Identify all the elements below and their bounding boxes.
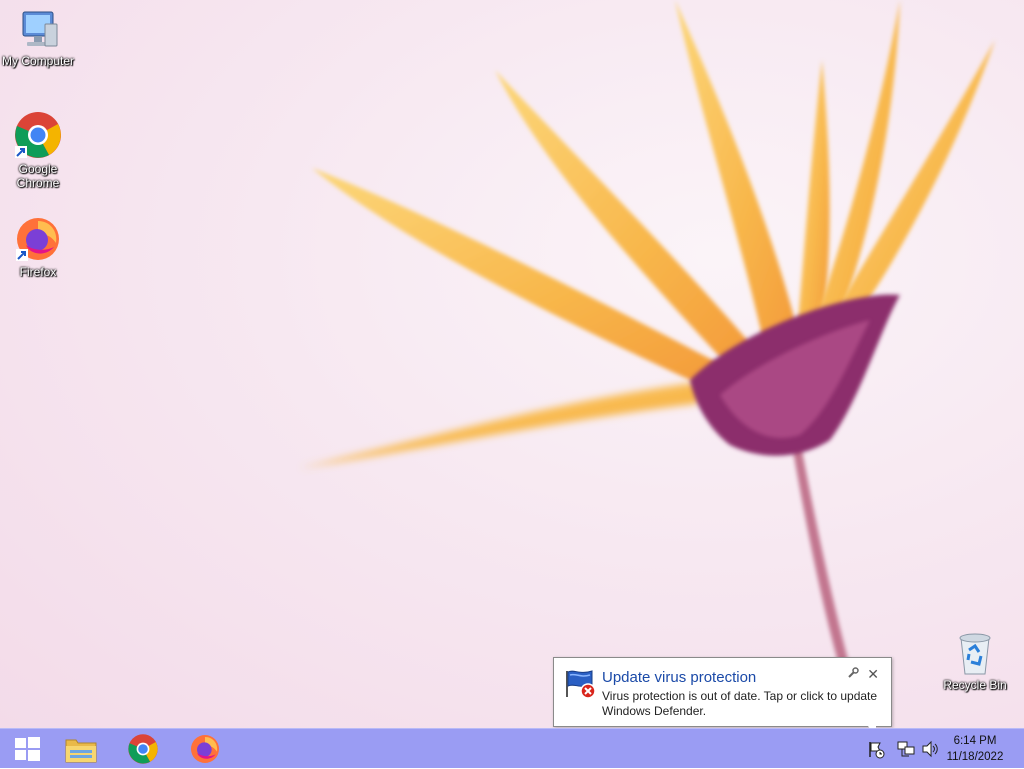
desktop-icon-my-computer[interactable]: My Computer bbox=[0, 10, 76, 68]
taskbar-clock[interactable]: 6:14 PM 11/18/2022 bbox=[940, 733, 1010, 765]
tray-network[interactable] bbox=[897, 729, 915, 769]
notification-options-icon[interactable] bbox=[847, 667, 859, 679]
network-icon bbox=[897, 741, 915, 757]
firefox-icon bbox=[16, 218, 59, 261]
clock-date: 11/18/2022 bbox=[946, 751, 1004, 763]
taskbar: 6:14 PM 11/18/2022 bbox=[0, 728, 1024, 768]
taskbar-firefox-button[interactable] bbox=[178, 729, 232, 769]
desktop-icon-recycle-bin[interactable]: Recycle Bin bbox=[937, 630, 1013, 692]
flower-wallpaper-art bbox=[300, 0, 995, 662]
update-virus-protection-notification[interactable]: Update virus protection Virus protection… bbox=[553, 657, 892, 727]
desktop-wallpaper bbox=[0, 0, 1024, 728]
chrome-icon bbox=[128, 734, 158, 764]
action-center-flag-icon bbox=[869, 742, 885, 759]
desktop-icon-label: My Computer bbox=[1, 54, 75, 68]
chrome-icon bbox=[15, 112, 61, 158]
clock-time: 6:14 PM bbox=[953, 735, 997, 747]
my-computer-icon bbox=[22, 11, 58, 47]
desktop-icon-google-chrome[interactable]: Google Chrome bbox=[0, 110, 76, 190]
taskbar-chrome-button[interactable] bbox=[116, 729, 170, 769]
file-explorer-icon bbox=[65, 739, 97, 763]
notification-title: Update virus protection bbox=[602, 669, 757, 686]
desktop-icon-label: Firefox bbox=[19, 265, 57, 279]
firefox-icon bbox=[191, 735, 219, 763]
desktop-icon-label: Google Chrome bbox=[16, 162, 60, 190]
taskbar-file-explorer-button[interactable] bbox=[54, 729, 108, 769]
start-button[interactable] bbox=[0, 729, 54, 769]
volume-icon bbox=[922, 740, 938, 758]
recycle-bin-icon bbox=[959, 633, 991, 675]
desktop-icon-label: Recycle Bin bbox=[943, 678, 1007, 692]
windows-defender-flag-icon bbox=[566, 670, 596, 699]
notification-close-icon[interactable]: ✕ bbox=[867, 666, 879, 683]
notification-message: Virus protection is out of date. Tap or … bbox=[602, 689, 878, 718]
tray-action-center[interactable] bbox=[866, 729, 886, 769]
windows-start-icon bbox=[15, 737, 40, 761]
tray-volume[interactable] bbox=[921, 729, 939, 769]
desktop-icon-firefox[interactable]: Firefox bbox=[0, 215, 76, 279]
